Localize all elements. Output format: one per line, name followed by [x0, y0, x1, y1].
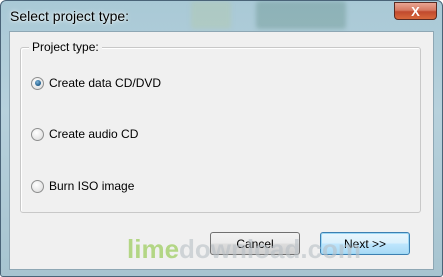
close-button[interactable]: X — [394, 2, 437, 20]
radio-create-data-cd-dvd[interactable]: Create data CD/DVD — [31, 75, 161, 91]
cancel-button[interactable]: Cancel — [210, 232, 300, 255]
title-bar[interactable]: Select project type: X — [1, 1, 442, 31]
radio-label[interactable]: Create audio CD — [49, 127, 138, 141]
radio-button-icon[interactable] — [31, 76, 44, 90]
radio-label[interactable]: Burn ISO image — [49, 179, 134, 193]
radio-create-audio-cd[interactable]: Create audio CD — [31, 126, 138, 142]
project-type-group: Project type: Create data CD/DVD Create … — [20, 40, 421, 213]
radio-button-icon[interactable] — [31, 127, 44, 141]
group-legend: Project type: — [29, 40, 102, 54]
next-button[interactable]: Next >> — [320, 232, 410, 255]
radio-selected-dot — [34, 80, 41, 86]
close-icon: X — [411, 3, 420, 19]
background-blur — [191, 1, 231, 29]
dialog-client-area: Project type: Create data CD/DVD Create … — [9, 31, 434, 270]
window-title: Select project type: — [10, 8, 130, 24]
dialog-window: Select project type: X Project type: Cre… — [0, 0, 443, 277]
background-blur — [256, 1, 346, 29]
radio-burn-iso-image[interactable]: Burn ISO image — [31, 178, 134, 194]
radio-label[interactable]: Create data CD/DVD — [49, 76, 161, 90]
radio-button-icon[interactable] — [31, 179, 44, 193]
